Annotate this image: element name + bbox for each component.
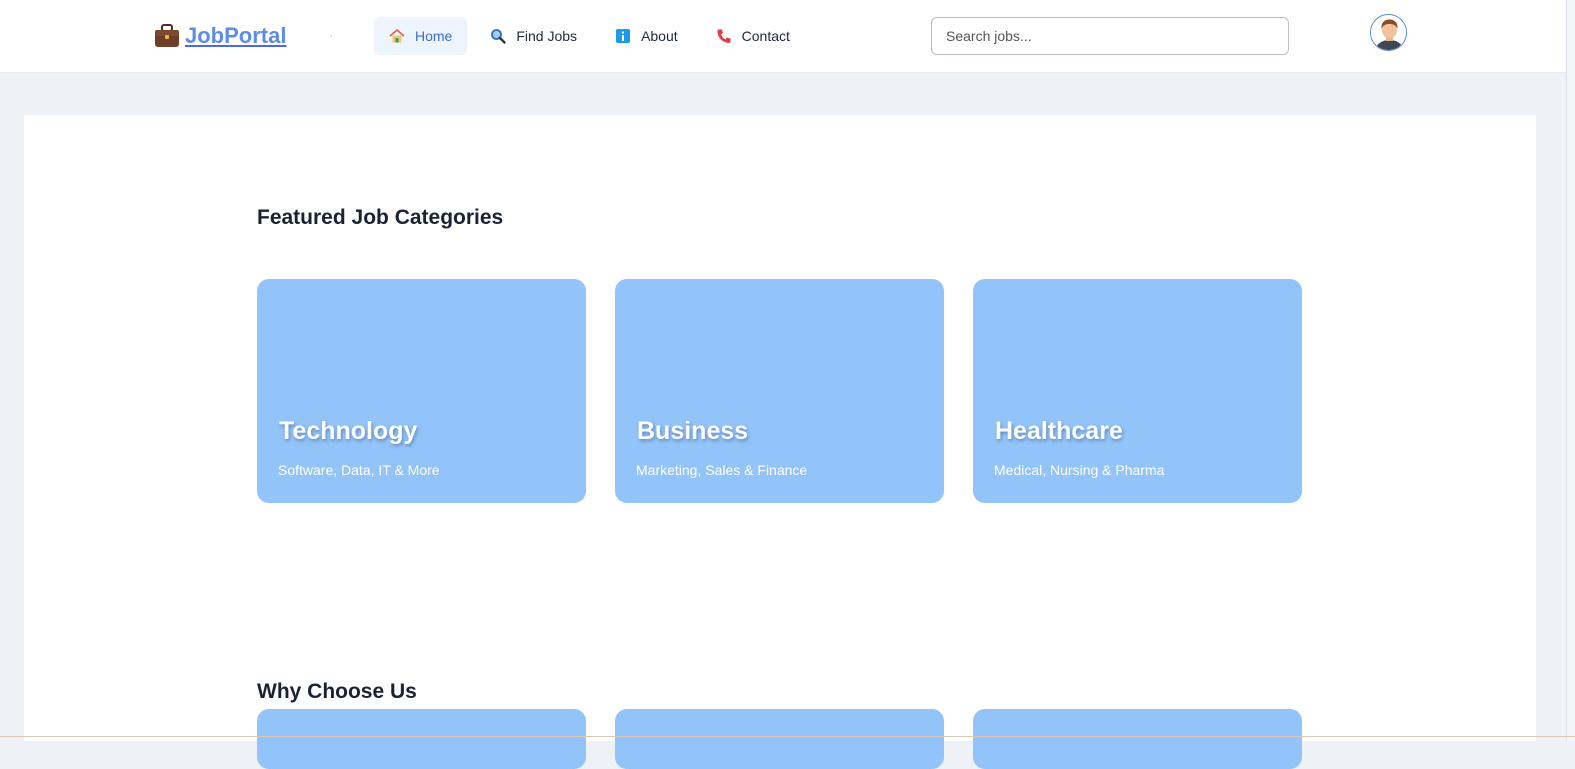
nav-item-find-jobs[interactable]: Find Jobs (475, 17, 592, 55)
search-input[interactable] (931, 17, 1289, 55)
category-card-title: Business (637, 417, 749, 445)
feature-card (973, 709, 1302, 769)
featured-section-title: Featured Job Categories (257, 206, 504, 229)
nav-item-about[interactable]: About (600, 17, 693, 55)
nav-item-label: Find Jobs (516, 28, 578, 44)
info-icon (615, 28, 631, 44)
briefcase-icon (153, 23, 181, 49)
main-content: Featured Job Categories Technology Softw… (24, 115, 1536, 769)
divider-dot (330, 35, 332, 37)
nav-item-label: About (641, 28, 678, 44)
category-card-title: Healthcare (995, 417, 1123, 445)
nav-item-home[interactable]: Home (374, 17, 468, 55)
main-nav: Home Find Jobs About Contact (374, 17, 805, 55)
category-card-business[interactable]: Business Marketing, Sales & Finance (615, 279, 944, 503)
feature-card (257, 709, 586, 769)
page-scrollbar[interactable] (1566, 0, 1575, 741)
magnifier-icon (490, 28, 507, 44)
category-card-technology[interactable]: Technology Software, Data, IT & More (257, 279, 586, 503)
logo-link[interactable]: JobPortal (153, 22, 286, 50)
window-bottom-edge (0, 736, 1575, 737)
home-icon (389, 28, 405, 44)
nav-item-contact[interactable]: Contact (701, 17, 805, 55)
logo-text: JobPortal (185, 23, 287, 48)
category-card-title: Technology (279, 417, 418, 445)
category-card-subtitle: Marketing, Sales & Finance (636, 462, 808, 478)
phone-icon (716, 28, 732, 44)
category-card-subtitle: Medical, Nursing & Pharma (994, 462, 1165, 478)
user-avatar-icon[interactable] (1370, 14, 1407, 51)
why-section-title: Why Choose Us (257, 680, 417, 703)
feature-card (615, 709, 944, 769)
category-card-healthcare[interactable]: Healthcare Medical, Nursing & Pharma (973, 279, 1302, 503)
top-navigation-bar: JobPortal Home Find Jobs About Contact S… (0, 0, 1575, 73)
category-card-subtitle: Software, Data, IT & More (278, 462, 440, 478)
nav-item-label: Home (415, 28, 453, 44)
nav-item-label: Contact (741, 28, 790, 44)
